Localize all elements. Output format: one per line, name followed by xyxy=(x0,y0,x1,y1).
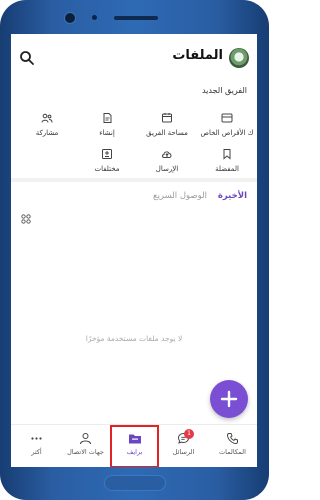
more-icon xyxy=(31,437,42,440)
nav-item-more[interactable]: أكثر xyxy=(12,425,61,467)
nav-label: الرسائل xyxy=(172,448,195,456)
tab-recent[interactable]: الأخيرة xyxy=(218,191,247,201)
unread-badge: 1 xyxy=(184,429,194,439)
grid-item-create[interactable]: إنشاء xyxy=(77,112,137,152)
nav-item-calls[interactable]: المكالمات xyxy=(208,425,257,467)
grid-item-misc[interactable]: مختلفات xyxy=(77,148,137,188)
front-camera xyxy=(64,12,76,24)
grid-label: مساحة الفريق xyxy=(146,129,188,137)
nav-item-messages[interactable]: 1 الرسائل xyxy=(159,425,208,467)
phone-frame: الملفات الفريق الجديد ك الأقراص الخاص مس… xyxy=(0,0,269,500)
grid-label: المفضلة xyxy=(215,165,239,173)
grid-item-favorites[interactable]: المفضلة xyxy=(197,148,257,188)
upload-cloud-icon xyxy=(162,151,172,158)
section-divider xyxy=(11,178,257,182)
empty-state-text: لا يوجد ملفات مستخدمة مؤخرًا xyxy=(85,334,183,343)
nav-item-contacts[interactable]: جهات الاتصال xyxy=(61,425,110,467)
contacts-icon xyxy=(80,433,91,445)
share-icon xyxy=(41,113,53,123)
page-title: الملفات xyxy=(172,48,223,63)
section-title: الفريق الجديد xyxy=(201,86,247,95)
team-space-icon xyxy=(162,113,172,123)
nav-item-drive[interactable]: برايف xyxy=(110,425,159,467)
nav-label: أكثر xyxy=(31,448,42,456)
grid-label: الإرسال xyxy=(155,165,179,173)
home-button[interactable] xyxy=(104,475,166,491)
grid-view-icon[interactable] xyxy=(21,214,31,224)
earpiece-speaker xyxy=(114,16,158,20)
bottom-navigation: المكالمات 1 الرسائل برايف جهات الاتصال أ… xyxy=(11,424,257,467)
grid-label: مختلفات xyxy=(94,165,120,173)
grid-label: إنشاء xyxy=(99,129,115,137)
tab-quick-access[interactable]: الوصول السريع xyxy=(153,191,207,201)
nav-label: برايف xyxy=(126,448,143,456)
app-header: الملفات xyxy=(11,34,257,82)
bookmark-icon xyxy=(223,149,231,160)
nav-label: جهات الاتصال xyxy=(67,448,104,456)
misc-icon xyxy=(102,149,112,159)
avatar[interactable] xyxy=(229,48,249,68)
app-screen: الملفات الفريق الجديد ك الأقراص الخاص مس… xyxy=(11,34,257,467)
grid-label: مشاركة xyxy=(35,129,59,137)
search-icon[interactable] xyxy=(19,50,35,66)
grid-item-share[interactable]: مشاركة xyxy=(17,112,77,152)
drive-icon xyxy=(221,113,233,123)
grid-item-drive[interactable]: ك الأقراص الخاص xyxy=(197,112,257,152)
grid-item-team-space[interactable]: مساحة الفريق xyxy=(137,112,197,152)
files-tabs: الأخيرة الوصول السريع xyxy=(11,184,257,212)
grid-item-upload[interactable]: الإرسال xyxy=(137,148,197,188)
add-fab-button[interactable] xyxy=(210,380,248,418)
folder-icon xyxy=(128,434,141,444)
proximity-sensor xyxy=(92,15,97,20)
grid-label: ك الأقراص الخاص xyxy=(200,129,254,137)
plus-icon xyxy=(220,390,238,408)
phone-icon xyxy=(226,433,238,445)
create-icon xyxy=(103,113,112,123)
nav-label: المكالمات xyxy=(219,448,246,456)
